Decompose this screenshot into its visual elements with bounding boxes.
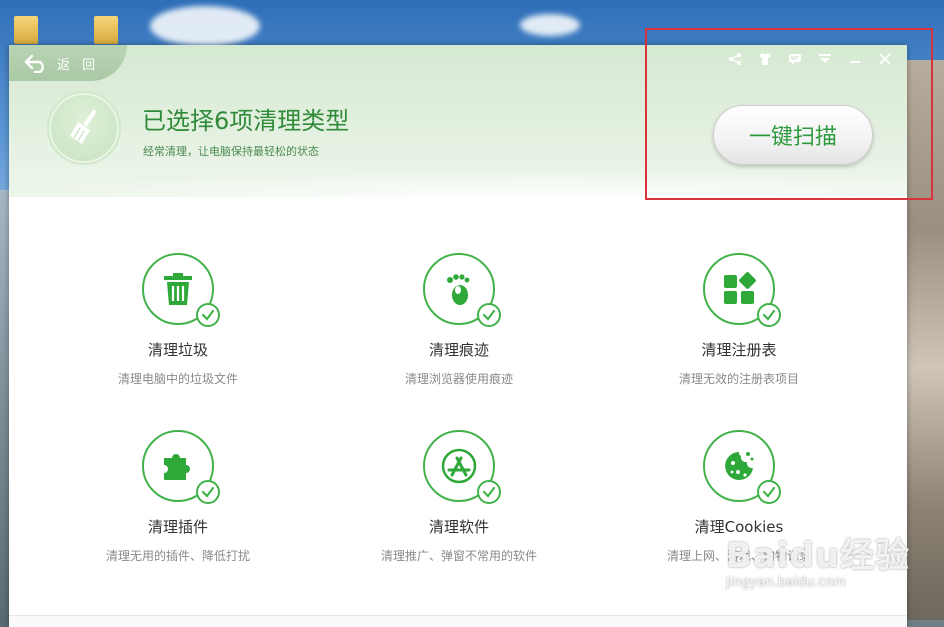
desktop-cloud [520,14,580,36]
trash-icon [164,273,192,305]
skin-icon[interactable] [757,51,773,67]
checked-icon[interactable] [757,480,781,504]
page-subtitle: 经常清理，让电脑保持最轻松的状态 [143,145,319,158]
cookie-icon [725,452,754,480]
option-label: 清理痕迹 [428,341,489,359]
desktop-folder-icon[interactable] [94,16,118,44]
desktop-wallpaper-rock [904,60,944,620]
option-desc: 清理无效的注册表项目 [678,372,799,386]
option-label: 清理注册表 [701,341,777,359]
desktop-cloud [150,6,260,46]
checked-icon[interactable] [477,480,501,504]
option-desc: 清理浏览器使用痕迹 [404,372,513,386]
back-button[interactable]: 返 回 [9,45,127,81]
option-icon-wrap [423,253,501,327]
checked-icon[interactable] [477,303,501,327]
puzzle-icon [164,454,190,480]
window-footer [9,615,907,627]
option-label: 清理Cookies [694,518,784,536]
option-icon-wrap [142,430,220,504]
one-click-scan-button[interactable]: 一键扫描 [713,105,873,165]
message-icon[interactable] [787,51,803,67]
registry-icon [724,272,756,304]
checked-icon[interactable] [196,480,220,504]
broom-icon [70,110,96,144]
footprint-icon [447,274,470,305]
option-icon-wrap [703,430,781,504]
desktop-folder-icon[interactable] [14,16,38,44]
window-header: 返 回 已选择6项清理类型 经常清理，让电脑保持最轻松的状态 一键扫描 [9,45,907,197]
option-label: 清理插件 [147,518,208,536]
option-icon-wrap [142,253,220,327]
page-title: 已选择6项清理类型 [142,107,350,135]
option-clean-registry[interactable]: 清理注册表 清理无效的注册表项目 [599,253,879,387]
back-label: 返 回 [57,57,100,73]
option-label: 清理软件 [428,518,489,536]
cleanup-options-grid: 清理垃圾 清理电脑中的垃圾文件 清理痕迹 清理浏览器使用痕迹 清理注册表 清理无… [9,197,907,617]
option-desc: 清理无用的插件、降低打扰 [105,549,250,563]
cleanup-window: 返 回 已选择6项清理类型 经常清理，让电脑保持最轻松的状态 一键扫描 清理垃圾… [9,45,907,627]
option-clean-traces[interactable]: 清理痕迹 清理浏览器使用痕迹 [319,253,599,387]
share-icon[interactable] [727,51,743,67]
option-icon-wrap [703,253,781,327]
option-desc: 清理推广、弹窗不常用的软件 [380,549,537,563]
menu-icon[interactable] [817,51,833,67]
option-clean-software[interactable]: 清理软件 清理推广、弹窗不常用的软件 [319,430,599,564]
checked-icon[interactable] [757,303,781,327]
option-label: 清理垃圾 [147,341,208,359]
back-arrow-icon [24,54,44,73]
window-controls [727,51,893,67]
minimize-icon[interactable] [847,51,863,67]
broom-logo [49,93,119,163]
option-desc: 清理电脑中的垃圾文件 [117,372,238,386]
option-clean-junk[interactable]: 清理垃圾 清理电脑中的垃圾文件 [38,253,318,387]
option-clean-cookies[interactable]: 清理Cookies 清理上网、游戏、购物记录 [599,430,879,564]
close-icon[interactable] [877,51,893,67]
option-desc: 清理上网、游戏、购物记录 [666,549,811,563]
option-icon-wrap [423,430,501,504]
checked-icon[interactable] [196,303,220,327]
option-clean-plugins[interactable]: 清理插件 清理无用的插件、降低打扰 [38,430,318,564]
app-store-icon [441,448,477,484]
